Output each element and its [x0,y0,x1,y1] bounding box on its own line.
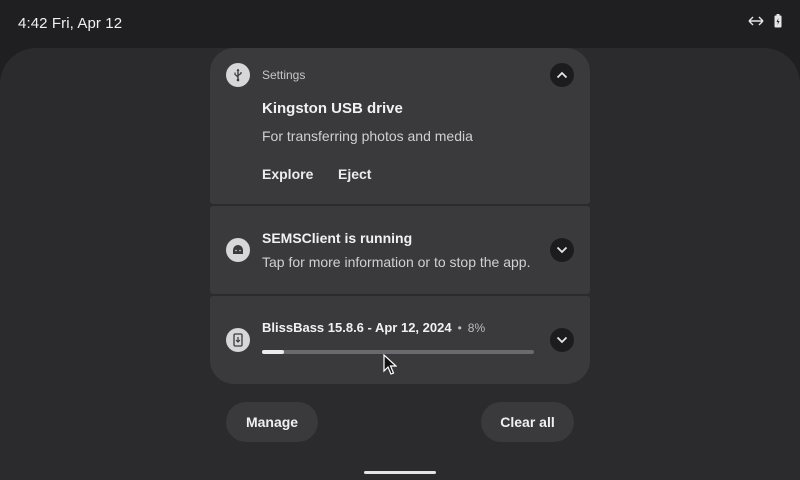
explore-button[interactable]: Explore [262,166,313,182]
link-arrows-icon [748,16,764,26]
notification-title: SEMSClient is running [262,230,413,246]
notification-app-label: Settings [262,68,306,82]
chevron-up-icon [556,71,568,79]
separator-dot: • [457,321,462,335]
mouse-cursor-icon [383,353,398,381]
chevron-down-icon [556,246,568,254]
notification-usb-drive[interactable]: Settings Kingston USB drive For transfer… [210,48,590,204]
clock-date: 4:42 Fri, Apr 12 [18,15,123,32]
expand-button[interactable] [550,328,574,352]
notification-title: BlissBass 15.8.6 - Apr 12, 2024 [262,320,452,335]
status-bar: 4:42 Fri, Apr 12 [0,0,800,48]
download-phone-icon [226,328,250,352]
progress-fill [262,350,284,354]
collapse-button[interactable] [550,63,574,87]
clear-all-button[interactable]: Clear all [481,402,574,442]
android-icon [226,238,250,262]
notification-list: Settings Kingston USB drive For transfer… [210,48,590,384]
home-indicator[interactable] [364,471,436,474]
notification-title: Kingston USB drive [262,100,403,117]
notification-text: Tap for more information or to stop the … [262,254,531,270]
eject-button[interactable]: Eject [338,166,371,182]
usb-icon [226,63,250,87]
notification-download[interactable]: BlissBass 15.8.6 - Apr 12, 2024 • 8% [210,296,590,384]
download-progress-bar [262,350,534,354]
chevron-down-icon [556,336,568,344]
notification-title-row: BlissBass 15.8.6 - Apr 12, 2024 • 8% [262,320,485,335]
expand-button[interactable] [550,238,574,262]
manage-button[interactable]: Manage [226,402,318,442]
notification-semsclient[interactable]: SEMSClient is running Tap for more infor… [210,206,590,294]
progress-percent: 8% [467,321,486,335]
battery-icon [774,14,782,28]
status-icons [748,14,782,28]
notification-text: For transferring photos and media [262,128,473,144]
